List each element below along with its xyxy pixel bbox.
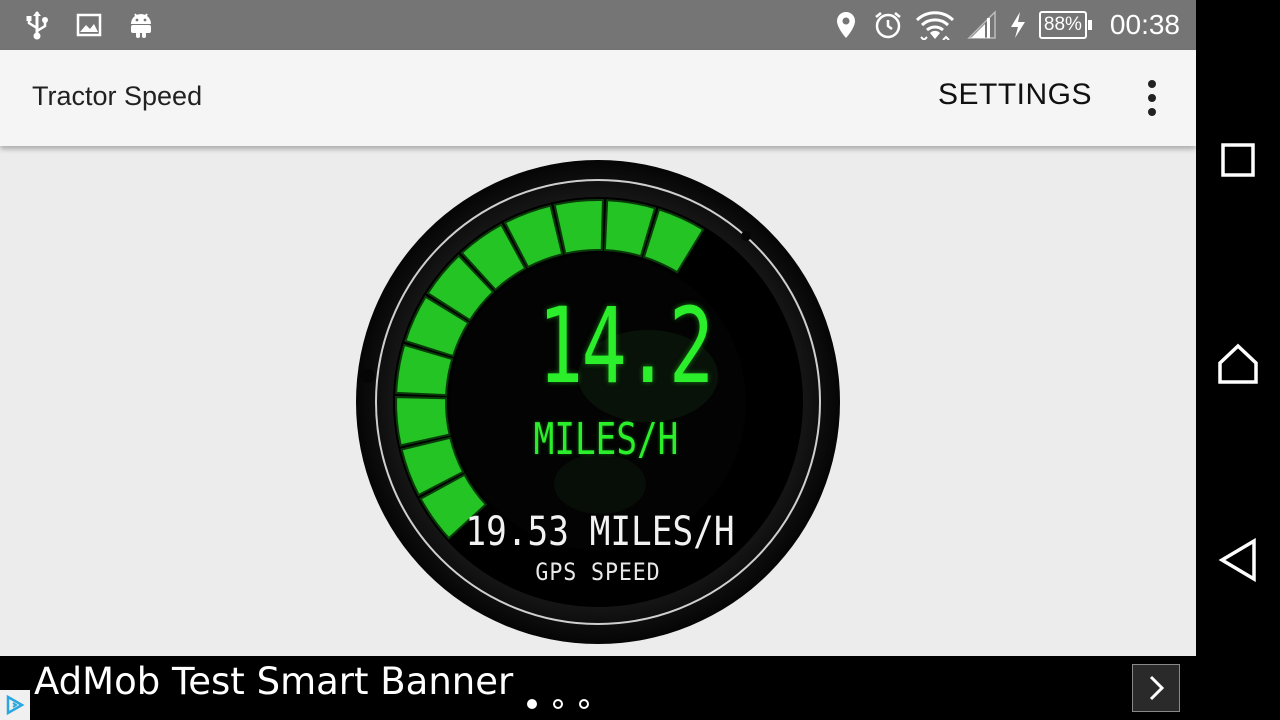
usb-icon — [22, 10, 52, 40]
charging-icon — [1009, 10, 1027, 40]
current-speed-unit: MILES/H — [533, 414, 679, 465]
navigation-bar — [1196, 0, 1280, 720]
ad-choices-icon[interactable] — [0, 690, 30, 720]
home-icon[interactable] — [1216, 342, 1260, 386]
android-icon — [126, 10, 156, 40]
settings-button[interactable]: SETTINGS — [938, 78, 1092, 112]
more-vert-icon[interactable] — [1134, 78, 1170, 118]
alarm-icon — [873, 10, 903, 40]
status-bar-system: 88% 00:38 — [831, 0, 1180, 50]
ad-banner[interactable]: AdMob Test Smart Banner — [0, 656, 1196, 720]
wifi-icon — [915, 10, 955, 40]
image-icon — [74, 10, 104, 40]
signal-icon — [967, 10, 997, 40]
chevron-right-icon[interactable] — [1132, 664, 1180, 712]
location-icon — [831, 10, 861, 40]
status-bar-notifications — [22, 0, 156, 50]
app-title: Tractor Speed — [32, 81, 203, 111]
status-clock: 00:38 — [1109, 9, 1180, 40]
back-icon[interactable] — [1216, 538, 1260, 582]
speedometer-screen: 14.2 MILES/H 19.53 MILES/H GPS SPEED — [0, 146, 1196, 656]
gauge-screw-left — [361, 369, 375, 383]
gauge-screw-top-right — [741, 231, 751, 241]
gps-speed-label: GPS SPEED — [535, 558, 661, 586]
battery-tip — [1087, 20, 1092, 30]
ad-text[interactable]: AdMob Test Smart Banner — [34, 660, 513, 703]
battery-indicator: 88% — [1038, 11, 1092, 39]
page-dot — [553, 699, 563, 709]
current-speed-value: 14.2 — [538, 285, 714, 407]
battery-level: 88% — [1038, 11, 1087, 39]
gps-speed-value: 19.53 MILES/H — [465, 509, 735, 555]
app-bar: Tractor Speed SETTINGS — [0, 50, 1196, 146]
page-dot — [579, 699, 589, 709]
page-dot — [527, 699, 537, 709]
recents-icon[interactable] — [1216, 138, 1260, 182]
status-bar: 88% 00:38 — [0, 0, 1196, 50]
ad-page-indicator — [527, 699, 589, 709]
